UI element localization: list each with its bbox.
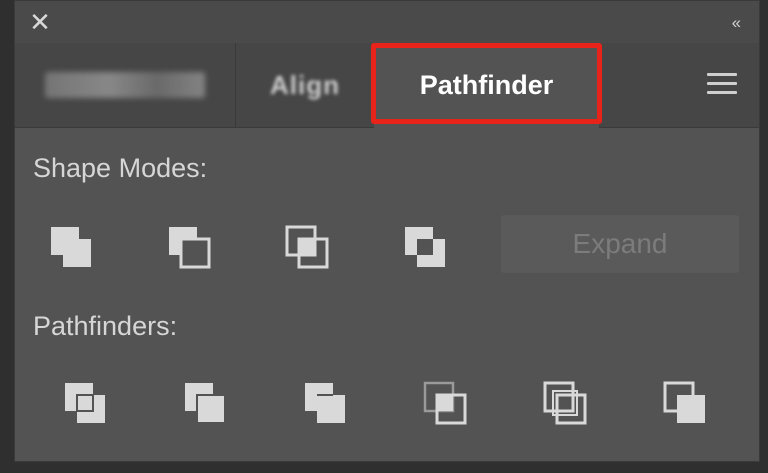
expand-button[interactable]: Expand	[501, 215, 739, 273]
intersect-icon[interactable]	[283, 223, 331, 271]
panel-tab-bar: Align Pathfinder	[15, 43, 759, 128]
tab-align-label: Align	[270, 69, 340, 100]
close-icon[interactable]: ✕	[29, 9, 51, 35]
pathfinder-panel: ✕ ‹‹ Align Pathfinder Shape Modes: Expan…	[14, 0, 760, 462]
panel-menu-icon[interactable]	[707, 73, 737, 95]
divide-icon[interactable]	[61, 379, 109, 427]
tab-pathfinder-label: Pathfinder	[419, 70, 554, 100]
tab-align[interactable]: Align	[236, 43, 374, 127]
minus-front-icon[interactable]	[165, 223, 213, 271]
tab-pathfinder[interactable]: Pathfinder	[374, 43, 599, 128]
tab-transform[interactable]	[15, 43, 236, 127]
tab-transform-label-blurred	[45, 72, 205, 98]
minus-back-icon[interactable]	[661, 379, 709, 427]
crop-icon[interactable]	[421, 379, 469, 427]
shape-modes-label: Shape Modes:	[33, 153, 208, 183]
outline-icon[interactable]	[541, 379, 589, 427]
merge-icon[interactable]	[301, 379, 349, 427]
collapse-panel-icon[interactable]: ‹‹	[732, 13, 741, 33]
trim-icon[interactable]	[181, 379, 229, 427]
exclude-icon[interactable]	[401, 223, 449, 271]
panel-titlebar: ✕ ‹‹	[15, 1, 759, 44]
pathfinders-label: Pathfinders:	[33, 311, 178, 341]
unite-icon[interactable]	[47, 223, 95, 271]
